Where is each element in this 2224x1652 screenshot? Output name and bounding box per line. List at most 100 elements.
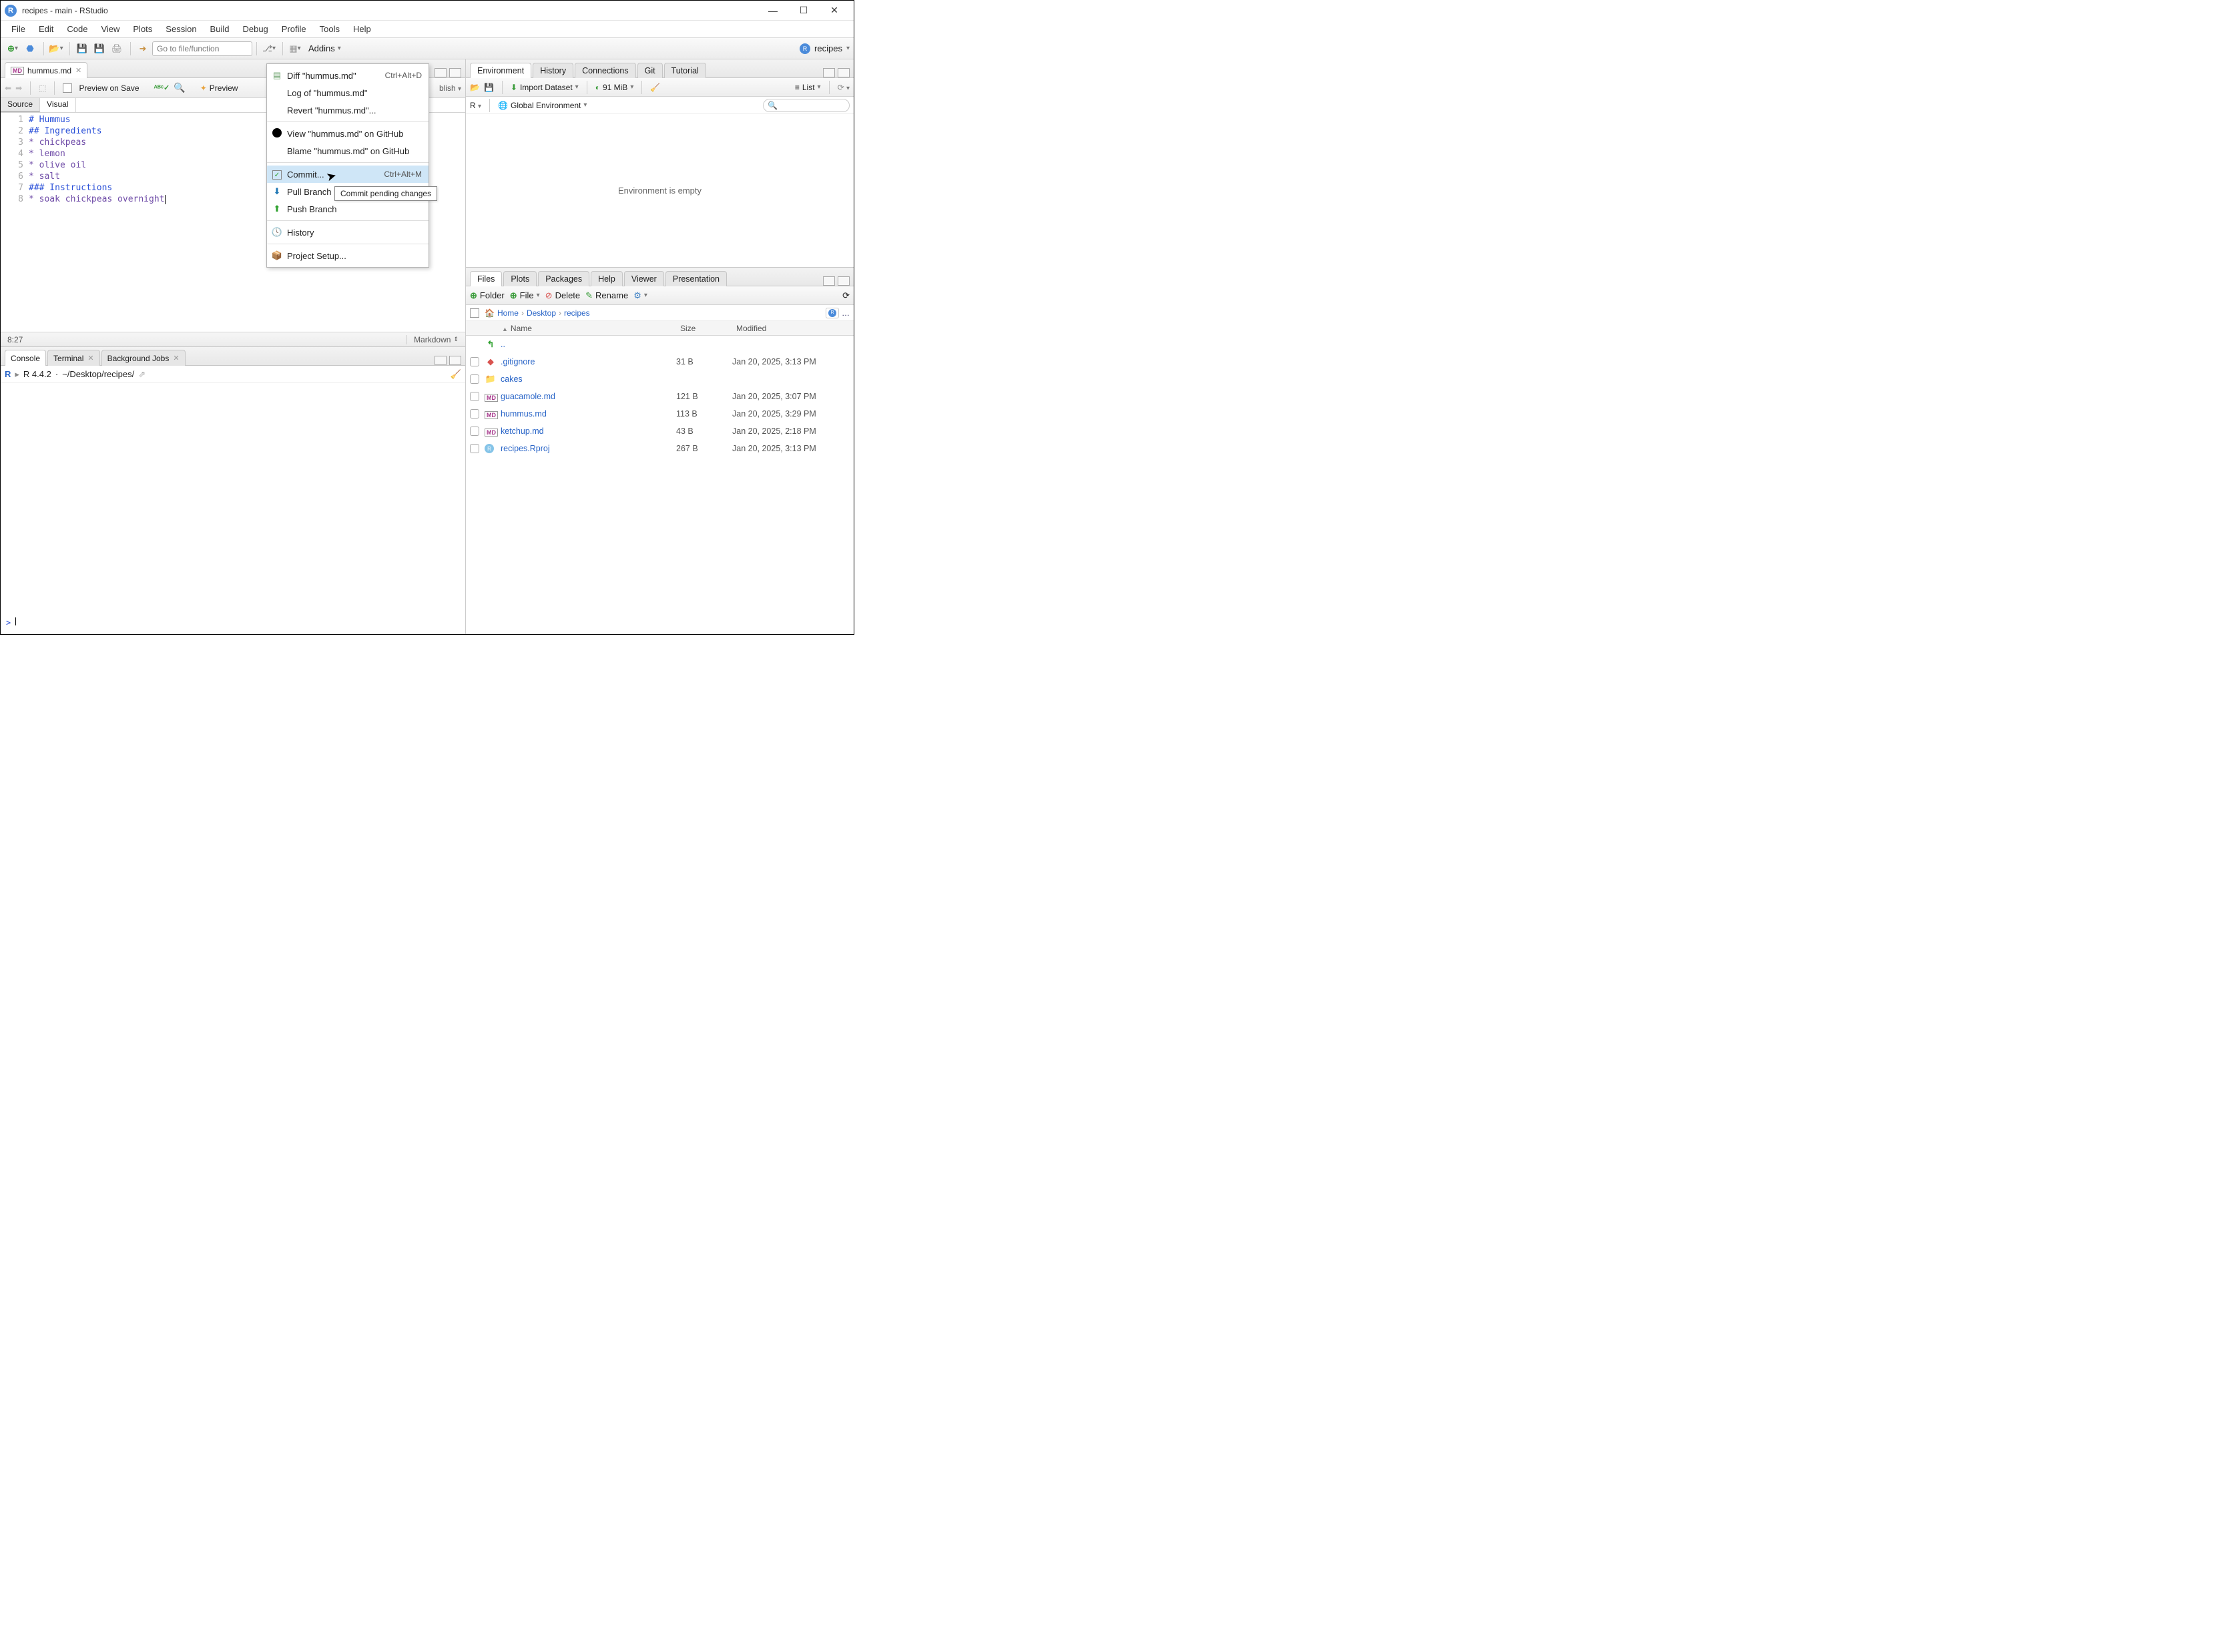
- new-file-button[interactable]: ⊕▾: [5, 41, 21, 57]
- visual-mode-tab[interactable]: Visual: [40, 98, 75, 112]
- file-checkbox[interactable]: [470, 374, 479, 384]
- import-dataset-button[interactable]: ⬇Import Dataset ▾: [511, 83, 579, 92]
- maximize-pane-icon[interactable]: [838, 276, 850, 286]
- refresh-icon[interactable]: ⟳ ▾: [838, 83, 850, 92]
- file-row-cakes[interactable]: 📁 cakes: [466, 370, 854, 388]
- wd-popup-icon[interactable]: ⇗: [138, 369, 146, 380]
- menu-code[interactable]: Code: [60, 22, 94, 36]
- col-size-header[interactable]: Size: [680, 324, 736, 333]
- new-file-button[interactable]: ⊕File ▾: [510, 290, 540, 301]
- language-selector[interactable]: Markdown ⇕: [406, 335, 459, 344]
- menu-debug[interactable]: Debug: [236, 22, 274, 36]
- open-file-button[interactable]: 📂▾: [48, 41, 64, 57]
- crumb-recipes[interactable]: recipes: [564, 308, 590, 318]
- menu-edit[interactable]: Edit: [32, 22, 60, 36]
- minimize-pane-icon[interactable]: [823, 276, 835, 286]
- menu-view-github[interactable]: View "hummus.md" on GitHub: [267, 125, 429, 142]
- goto-project-icon[interactable]: R: [826, 308, 839, 318]
- clear-console-icon[interactable]: 🧹: [451, 369, 461, 380]
- viewer-tab[interactable]: Viewer: [624, 271, 664, 286]
- menu-profile[interactable]: Profile: [275, 22, 313, 36]
- more-button[interactable]: ⚙ ▾: [633, 290, 647, 301]
- save-workspace-icon[interactable]: 💾: [484, 83, 494, 92]
- r-scope-button[interactable]: R ▾: [470, 101, 481, 110]
- spellcheck-icon[interactable]: ᴬᴮᶜ✓: [154, 83, 170, 92]
- back-button[interactable]: ⬅: [5, 83, 11, 93]
- col-modified-header[interactable]: Modified: [736, 324, 854, 333]
- menu-commit[interactable]: ✓Commit...Ctrl+Alt+M: [267, 166, 429, 183]
- menu-session[interactable]: Session: [159, 22, 203, 36]
- menu-view[interactable]: View: [94, 22, 126, 36]
- file-row-rproj[interactable]: R recipes.Rproj 267 B Jan 20, 2025, 3:13…: [466, 440, 854, 457]
- crumb-desktop[interactable]: Desktop: [527, 308, 556, 318]
- refresh-files-icon[interactable]: ⟳: [842, 290, 850, 301]
- forward-button[interactable]: ➡: [15, 83, 22, 93]
- file-checkbox[interactable]: [470, 444, 479, 453]
- packages-tab[interactable]: Packages: [538, 271, 589, 286]
- minimize-pane-icon[interactable]: [435, 68, 447, 77]
- file-checkbox[interactable]: [470, 427, 479, 436]
- history-tab[interactable]: History: [533, 63, 573, 78]
- clear-workspace-icon[interactable]: 🧹: [650, 83, 660, 92]
- goto-button[interactable]: ➜: [135, 41, 151, 57]
- save-button[interactable]: 💾: [74, 41, 90, 57]
- file-checkbox[interactable]: [470, 392, 479, 401]
- connections-tab[interactable]: Connections: [575, 63, 636, 78]
- close-icon[interactable]: ✕: [173, 354, 179, 362]
- new-project-button[interactable]: ⬣: [22, 41, 38, 57]
- maximize-pane-icon[interactable]: [838, 68, 850, 77]
- menu-file[interactable]: File: [5, 22, 32, 36]
- files-tab[interactable]: Files: [470, 271, 502, 286]
- environment-tab[interactable]: Environment: [470, 63, 531, 78]
- more-path-icon[interactable]: …: [842, 308, 850, 318]
- presentation-tab[interactable]: Presentation: [665, 271, 727, 286]
- file-checkbox[interactable]: [470, 409, 479, 419]
- find-icon[interactable]: 🔍: [174, 82, 185, 93]
- menu-blame-github[interactable]: Blame "hummus.md" on GitHub: [267, 142, 429, 160]
- print-button[interactable]: 🖨: [109, 41, 125, 57]
- menu-log[interactable]: Log of "hummus.md": [267, 84, 429, 101]
- terminal-tab[interactable]: Terminal✕: [47, 350, 100, 366]
- console-tab[interactable]: Console: [5, 350, 46, 366]
- menu-tools[interactable]: Tools: [313, 22, 346, 36]
- menu-help[interactable]: Help: [346, 22, 378, 36]
- help-tab[interactable]: Help: [591, 271, 623, 286]
- background-jobs-tab[interactable]: Background Jobs✕: [101, 350, 186, 366]
- minimize-pane-icon[interactable]: [823, 68, 835, 77]
- minimize-pane-icon[interactable]: [435, 356, 447, 365]
- addins-menu[interactable]: Addins▾: [304, 43, 345, 53]
- maximize-pane-icon[interactable]: [449, 68, 461, 77]
- minimize-button[interactable]: —: [758, 1, 788, 21]
- menu-history[interactable]: 🕓History: [267, 224, 429, 241]
- menu-push[interactable]: ⬆Push Branch: [267, 200, 429, 218]
- close-button[interactable]: ✕: [819, 1, 850, 21]
- home-icon[interactable]: 🏠: [485, 308, 495, 318]
- tutorial-tab[interactable]: Tutorial: [664, 63, 706, 78]
- maximize-button[interactable]: ☐: [788, 1, 819, 21]
- git-tab[interactable]: Git: [637, 63, 663, 78]
- file-row-ketchup[interactable]: MD ketchup.md 43 B Jan 20, 2025, 2:18 PM: [466, 423, 854, 440]
- menu-plots[interactable]: Plots: [126, 22, 159, 36]
- rename-button[interactable]: ✎Rename: [585, 290, 628, 301]
- close-icon[interactable]: ✕: [75, 66, 81, 75]
- load-workspace-icon[interactable]: 📂: [470, 83, 480, 92]
- env-search-input[interactable]: 🔍: [763, 99, 850, 112]
- close-icon[interactable]: ✕: [87, 354, 93, 362]
- maximize-pane-icon[interactable]: [449, 356, 461, 365]
- file-row-up[interactable]: ↰ ..: [466, 336, 854, 353]
- select-all-checkbox[interactable]: [470, 308, 479, 318]
- goto-input[interactable]: Go to file/function: [152, 41, 252, 56]
- plots-tab[interactable]: Plots: [503, 271, 537, 286]
- save-all-button[interactable]: 💾: [91, 41, 107, 57]
- editor-tab-hummus[interactable]: MD hummus.md ✕: [5, 62, 87, 78]
- delete-button[interactable]: ⊘Delete: [545, 290, 580, 301]
- new-folder-button[interactable]: ⊕Folder: [470, 290, 505, 301]
- list-view-button[interactable]: ≡ List ▾: [795, 83, 821, 92]
- crumb-home[interactable]: Home: [497, 308, 519, 318]
- menu-diff[interactable]: ▤Diff "hummus.md"Ctrl+Alt+D: [267, 67, 429, 84]
- grid-button[interactable]: ▦▾: [287, 41, 303, 57]
- vcs-button[interactable]: ⎇▾: [261, 41, 277, 57]
- preview-on-save-checkbox[interactable]: [63, 83, 72, 93]
- source-mode-tab[interactable]: Source: [1, 98, 40, 112]
- preview-button[interactable]: ✦Preview: [200, 83, 238, 93]
